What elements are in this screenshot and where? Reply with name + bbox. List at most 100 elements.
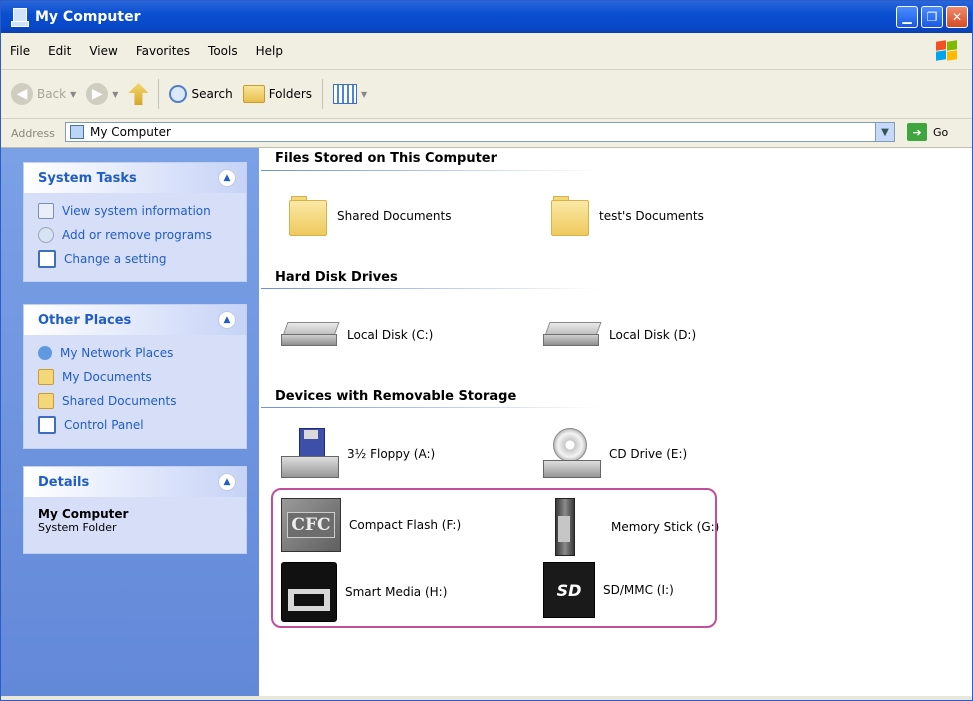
details-type: System Folder — [38, 521, 117, 534]
title-bar[interactable]: My Computer ▁ ❐ ✕ — [1, 1, 972, 33]
section-hard-disk-drives: Hard Disk Drives — [275, 270, 398, 285]
task-add-remove-programs[interactable]: Add or remove programs — [38, 223, 232, 247]
details-title: Details — [38, 474, 90, 490]
collapse-chevron-icon[interactable]: ▲ — [218, 473, 236, 491]
chevron-down-icon: ▼ — [361, 89, 368, 99]
item-label: Local Disk (D:) — [609, 328, 697, 342]
windows-logo-icon — [936, 40, 958, 61]
chevron-down-icon: ▼ — [112, 89, 119, 99]
place-my-network-places[interactable]: My Network Places — [38, 341, 232, 365]
item-label: 3½ Floppy (A:) — [347, 447, 436, 461]
folders-button[interactable]: Folders — [242, 85, 313, 103]
my-computer-icon — [70, 125, 84, 139]
menu-edit[interactable]: Edit — [39, 44, 80, 58]
back-arrow-icon: ◀ — [11, 83, 33, 105]
details-panel: Details ▲ My Computer System Folder — [23, 466, 247, 554]
up-arrow-icon — [128, 83, 149, 105]
system-tasks-panel: System Tasks ▲ View system information A… — [23, 162, 247, 282]
go-arrow-icon: ➔ — [907, 123, 927, 141]
add-remove-programs-icon — [38, 227, 54, 243]
item-cd-drive-e[interactable]: CD Drive (E:) — [543, 428, 687, 480]
item-floppy-a[interactable]: 3½ Floppy (A:) — [281, 428, 435, 480]
my-documents-icon — [38, 369, 54, 385]
menu-tools[interactable]: Tools — [199, 44, 247, 58]
item-label: CD Drive (E:) — [609, 447, 688, 461]
address-input[interactable]: My Computer ▼ — [65, 122, 895, 142]
toolbar-separator — [322, 79, 324, 109]
search-label: Search — [191, 87, 233, 101]
window-title: My Computer — [35, 9, 141, 25]
task-change-setting[interactable]: Change a setting — [38, 247, 232, 271]
menu-file[interactable]: File — [1, 44, 39, 58]
menu-help[interactable]: Help — [247, 44, 292, 58]
folder-icon — [547, 194, 591, 238]
other-places-header[interactable]: Other Places ▲ — [24, 305, 246, 335]
item-label: Shared Documents — [337, 209, 452, 223]
address-dropdown-button[interactable]: ▼ — [875, 123, 894, 141]
highlight-box — [271, 488, 717, 628]
my-computer-icon — [11, 8, 29, 27]
place-label: Control Panel — [64, 418, 144, 432]
place-shared-documents[interactable]: Shared Documents — [38, 389, 232, 413]
window-bottom-border — [1, 696, 972, 700]
details-name: My Computer — [38, 507, 129, 521]
system-info-icon — [38, 203, 54, 219]
chevron-down-icon: ▼ — [70, 89, 77, 99]
floppy-drive-icon — [281, 428, 339, 480]
system-tasks-header[interactable]: System Tasks ▲ — [24, 163, 246, 193]
hard-disk-icon — [281, 322, 340, 348]
item-label: Local Disk (C:) — [347, 328, 434, 342]
control-panel-icon — [38, 250, 56, 268]
search-icon — [169, 85, 188, 103]
place-label: Shared Documents — [62, 394, 177, 408]
folders-label: Folders — [268, 87, 313, 101]
place-label: My Network Places — [60, 346, 174, 360]
go-button[interactable]: ➔ Go — [907, 123, 948, 141]
section-divider — [261, 170, 601, 171]
address-bar: Address My Computer ▼ ➔ Go — [1, 119, 972, 148]
toolbar: ◀ Back ▼ ▶ ▼ Search Folders ▼ — [1, 70, 972, 119]
forward-arrow-icon: ▶ — [86, 83, 109, 105]
address-value: My Computer — [90, 125, 171, 139]
other-places-panel: Other Places ▲ My Network Places My Docu… — [23, 304, 247, 449]
views-grid-icon — [333, 84, 358, 104]
hard-disk-icon — [543, 322, 602, 348]
place-control-panel[interactable]: Control Panel — [38, 413, 232, 437]
up-folder-button[interactable] — [128, 83, 149, 105]
item-shared-documents[interactable]: Shared Documents — [285, 194, 451, 238]
close-button[interactable]: ✕ — [946, 6, 968, 28]
toolbar-separator — [158, 79, 160, 109]
item-local-disk-d[interactable]: Local Disk (D:) — [543, 322, 696, 348]
item-local-disk-c[interactable]: Local Disk (C:) — [281, 322, 433, 348]
menu-view[interactable]: View — [80, 44, 126, 58]
my-computer-window: My Computer ▁ ❐ ✕ File Edit View Favorit… — [0, 0, 973, 701]
section-files-stored: Files Stored on This Computer — [275, 151, 498, 166]
maximize-button[interactable]: ❐ — [921, 6, 943, 28]
folder-icon — [285, 194, 329, 238]
place-my-documents[interactable]: My Documents — [38, 365, 232, 389]
control-panel-icon — [38, 416, 56, 434]
task-pane: System Tasks ▲ View system information A… — [1, 148, 259, 696]
back-button[interactable]: ◀ Back ▼ — [11, 83, 76, 105]
section-divider — [261, 407, 601, 408]
section-removable-storage: Devices with Removable Storage — [275, 389, 517, 404]
system-tasks-title: System Tasks — [38, 170, 137, 186]
collapse-chevron-icon[interactable]: ▲ — [218, 169, 236, 187]
menu-favorites[interactable]: Favorites — [127, 44, 199, 58]
task-view-system-information[interactable]: View system information — [38, 199, 232, 223]
other-places-title: Other Places — [38, 312, 132, 328]
network-places-icon — [38, 346, 52, 360]
item-test-documents[interactable]: test's Documents — [547, 194, 704, 238]
collapse-chevron-icon[interactable]: ▲ — [218, 311, 236, 329]
forward-button[interactable]: ▶ ▼ — [86, 83, 118, 105]
shared-documents-icon — [38, 393, 54, 409]
search-button[interactable]: Search — [169, 85, 233, 103]
task-label: Add or remove programs — [62, 228, 212, 242]
views-button[interactable]: ▼ — [333, 84, 367, 104]
section-divider — [261, 288, 601, 289]
details-header[interactable]: Details ▲ — [24, 467, 246, 497]
folder-icon — [242, 85, 265, 103]
item-label: test's Documents — [599, 209, 704, 223]
minimize-button[interactable]: ▁ — [896, 6, 918, 28]
go-label: Go — [933, 125, 949, 139]
